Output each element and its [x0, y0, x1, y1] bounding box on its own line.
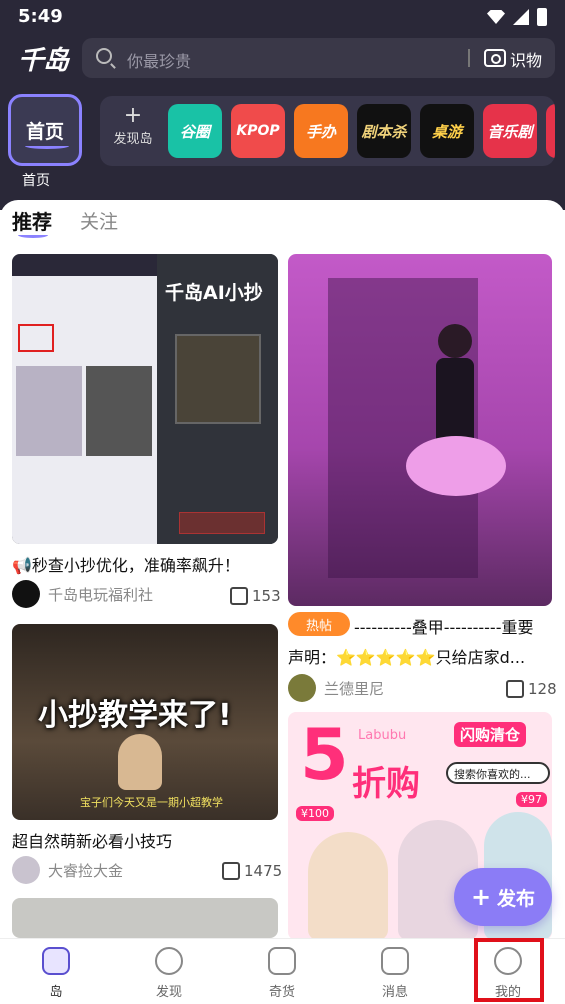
tab-recommend[interactable]: 推荐	[12, 206, 52, 235]
plus-icon: +	[123, 103, 143, 128]
auto-identify-button	[179, 512, 265, 534]
search-bar[interactable]: 你最珍贵 识物	[82, 38, 555, 78]
hot-badge-label: 热帖	[305, 618, 332, 634]
price-tag-1: ¥100	[296, 806, 334, 821]
mini-header	[12, 254, 157, 276]
publish-button[interactable]: + 发布	[454, 868, 552, 926]
author-name: 大睿捡大金	[48, 861, 124, 880]
avatar	[288, 674, 316, 702]
thumbs-up-icon	[230, 587, 248, 605]
likes-value: 1475	[244, 862, 283, 880]
post-title-right-1-a[interactable]: ----------叠甲----------重要	[354, 614, 554, 638]
discount-label: 折购	[352, 764, 420, 804]
shopping-bag-icon	[268, 947, 296, 975]
post-author-1[interactable]: 千岛电玩福利社	[12, 580, 153, 608]
camera-icon[interactable]	[484, 49, 506, 67]
character-figure	[118, 734, 162, 790]
hot-badge: 热帖	[288, 612, 350, 636]
tab-recommend-underline	[18, 232, 48, 238]
post-title-2[interactable]: 超自然萌新必看小技巧	[12, 828, 282, 852]
post-image-1-title: 千岛AI小抄	[165, 282, 263, 304]
image-search-box: 搜索你喜欢的...	[446, 762, 550, 784]
avatar	[12, 856, 40, 884]
post-author-2[interactable]: 大睿捡大金	[12, 856, 123, 884]
brand-label: Labubu	[358, 728, 407, 743]
post-image-1[interactable]: 千岛AI小抄	[12, 254, 278, 544]
home-island-tile[interactable]: 首页	[8, 94, 82, 166]
home-tile-underline	[25, 143, 69, 149]
battery-icon	[537, 8, 547, 26]
discover-island-button[interactable]: + 发现岛	[104, 104, 162, 158]
category-guquan[interactable]: 谷圈	[168, 104, 222, 158]
mini-highlight	[18, 324, 54, 352]
category-next[interactable]	[546, 104, 555, 158]
post-title-1[interactable]: 📢秒查小抄优化，准确率飙升！	[12, 552, 282, 576]
plus-icon: +	[470, 883, 492, 911]
nav-goods-label: 奇货	[268, 985, 295, 1000]
labubu-figure-1	[308, 832, 388, 940]
search-divider	[468, 49, 470, 67]
search-icon	[96, 48, 112, 64]
flash-sale-tag: 闪购清仓	[454, 722, 527, 747]
category-kpop[interactable]: KPOP	[231, 104, 285, 158]
status-icons	[487, 8, 547, 26]
post-image-2[interactable]: 小抄教学来了! 宝子们今天又是一期小超教学	[12, 624, 278, 820]
screenshot-panel	[12, 254, 157, 544]
nav-island-label: 岛	[49, 985, 63, 1000]
thumbs-up-icon	[222, 862, 240, 880]
avatar	[12, 580, 40, 608]
author-name: 兰德里尼	[324, 679, 385, 698]
nav-discover-label: 发现	[155, 985, 182, 1000]
nav-island[interactable]: 岛	[16, 947, 96, 1000]
price-tag-2: ¥97	[516, 792, 547, 807]
thumbs-up-icon	[506, 680, 524, 698]
author-name: 千岛电玩福利社	[48, 585, 154, 604]
post-image-2-subtitle: 宝子们今天又是一期小超教学	[80, 796, 223, 809]
planet-icon	[155, 947, 183, 975]
post-image-right-1[interactable]	[288, 254, 552, 606]
discover-label: 发现岛	[113, 132, 153, 147]
post-author-right-1[interactable]: 兰德里尼	[288, 674, 384, 702]
app-logo: 千岛	[18, 46, 69, 76]
home-tile-label: 首页	[25, 120, 64, 143]
status-time: 5:49	[18, 6, 63, 27]
likes-value: 128	[528, 680, 557, 698]
map-box	[175, 334, 261, 424]
shiwu-button[interactable]: 识物	[510, 47, 542, 71]
publish-label: 发布	[497, 887, 536, 910]
category-shouban[interactable]: 手办	[294, 104, 348, 158]
mini-thumb	[16, 366, 82, 456]
status-bar: 5:49	[0, 0, 565, 34]
profile-highlight-box	[474, 938, 544, 1002]
like-count-1[interactable]: 153	[230, 587, 281, 605]
likes-value: 153	[252, 587, 281, 605]
nav-goods[interactable]: 奇货	[242, 947, 322, 1000]
mini-thumb-2	[86, 366, 152, 456]
like-count-right-1[interactable]: 128	[506, 680, 557, 698]
signal-icon	[513, 9, 529, 25]
island-icon	[42, 947, 70, 975]
category-strip: + 发现岛 谷圈 KPOP 手办 剧本杀 桌游 音乐剧	[100, 96, 555, 166]
figure-head	[438, 324, 472, 358]
home-island-label: 首页	[22, 173, 50, 189]
category-yinyueju[interactable]: 音乐剧	[483, 104, 537, 158]
wifi-icon	[487, 10, 505, 24]
post-title-right-1-b[interactable]: 声明：⭐⭐⭐⭐⭐只给店家d...	[288, 644, 554, 668]
nav-messages-label: 消息	[381, 985, 408, 1000]
tab-follow[interactable]: 关注	[80, 207, 118, 234]
message-icon	[381, 947, 409, 975]
figure-dress	[436, 358, 474, 448]
post-image-2-title: 小抄教学来了!	[38, 698, 232, 733]
post-image-3[interactable]	[12, 898, 278, 938]
category-jubensha[interactable]: 剧本杀	[357, 104, 411, 158]
category-zhuoyou[interactable]: 桌游	[420, 104, 474, 158]
nav-discover[interactable]: 发现	[129, 947, 209, 1000]
game-panel: 千岛AI小抄	[157, 254, 278, 544]
figure-skirt	[406, 436, 506, 496]
nav-messages[interactable]: 消息	[355, 947, 435, 1000]
search-placeholder: 你最珍贵	[127, 52, 192, 71]
like-count-2[interactable]: 1475	[222, 862, 282, 880]
big-five: 5	[300, 714, 349, 796]
